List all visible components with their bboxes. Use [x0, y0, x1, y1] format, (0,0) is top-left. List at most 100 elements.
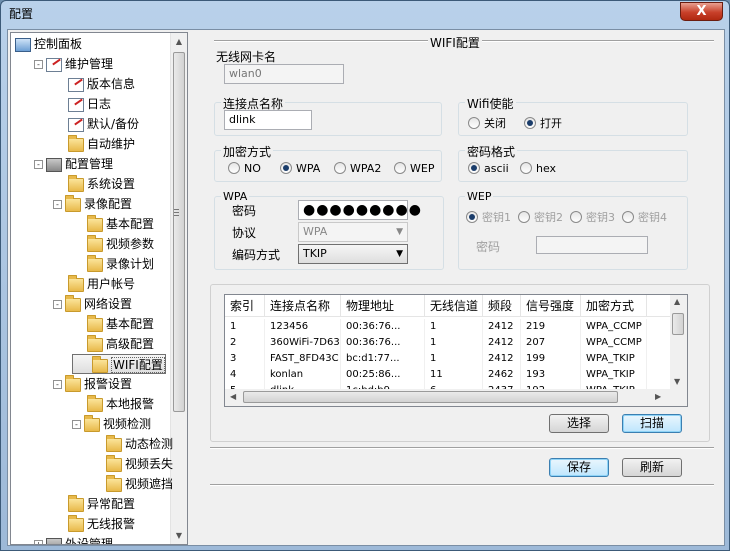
- table-cell: 123456: [265, 319, 341, 335]
- encoding-select[interactable]: TKIP ▼: [298, 244, 408, 264]
- save-button[interactable]: 保存: [549, 458, 609, 477]
- tree-item-label: 视频丢失: [125, 457, 174, 471]
- collapse-icon[interactable]: -: [34, 60, 43, 69]
- tree-item[interactable]: 控制面板: [15, 34, 82, 54]
- encryption-wep-radio[interactable]: WEP: [394, 161, 434, 177]
- scroll-right-icon[interactable]: ▶: [655, 392, 661, 401]
- ssid-input[interactable]: dlink: [224, 110, 312, 130]
- wpa-password-label: 密码: [232, 204, 257, 218]
- tree-item[interactable]: WIFI配置: [72, 354, 166, 374]
- tree-item-label: 高级配置: [106, 337, 155, 351]
- table-row[interactable]: 1 123456 00:36:76... 1 2412 219 WPA_CCMP: [225, 319, 670, 335]
- collapse-icon[interactable]: -: [53, 380, 62, 389]
- expand-icon[interactable]: +: [34, 540, 43, 544]
- folder-icon: [68, 494, 84, 512]
- wifi-off-radio[interactable]: 关闭: [468, 116, 506, 132]
- radio-icon: [520, 162, 532, 174]
- tree-item-label: 视频遮挡: [125, 477, 174, 491]
- column-header[interactable]: 索引: [225, 295, 265, 317]
- vscroll-thumb[interactable]: [672, 313, 684, 335]
- tree-item[interactable]: - 报警设置: [53, 374, 132, 394]
- document-icon: [46, 57, 62, 72]
- tree-item[interactable]: 系统设置: [53, 174, 135, 194]
- table-cell: 2412: [483, 319, 521, 335]
- table-cell: 1: [425, 351, 483, 367]
- tree-item-label: 用户帐号: [87, 277, 136, 291]
- tree-item[interactable]: 视频丢失: [91, 454, 173, 474]
- refresh-button[interactable]: 刷新: [622, 458, 682, 477]
- column-header[interactable]: 加密方式: [581, 295, 647, 317]
- tree-item[interactable]: 高级配置: [72, 334, 154, 354]
- tree-item[interactable]: 本地报警: [72, 394, 154, 414]
- scroll-down-icon[interactable]: ▼: [171, 527, 187, 544]
- tree-item[interactable]: 视频参数: [72, 234, 154, 254]
- tree-item[interactable]: 基本配置: [72, 314, 154, 334]
- table-vscroll[interactable]: ▲ ▼: [670, 295, 687, 391]
- encryption-wpa2-radio[interactable]: WPA2: [334, 161, 381, 177]
- wep-password-input: [536, 236, 648, 254]
- hscroll-thumb[interactable]: [243, 391, 618, 403]
- wpa-password-input[interactable]: ●●●●●●●●●: [298, 200, 421, 220]
- encryption-label: 加密方式: [221, 143, 274, 160]
- client-area: ▲ ▼ 控制面板 - 维护管理 版本信息 日志 默认/备份 自动维护 - 配置管理 系统设置 - 录像…: [7, 29, 725, 546]
- scroll-up-icon[interactable]: ▲: [171, 33, 187, 50]
- table-cell: 2412: [483, 335, 521, 351]
- tree-item[interactable]: 自动维护: [53, 134, 135, 154]
- tree-item[interactable]: 默认/备份: [53, 114, 139, 134]
- tree-item[interactable]: 动态检测: [91, 434, 173, 454]
- wep-key2-label: 密钥2: [534, 211, 563, 224]
- tree-item[interactable]: - 录像配置: [53, 194, 132, 214]
- table-cell: 1: [225, 319, 265, 335]
- tree-item[interactable]: - 配置管理: [34, 154, 113, 174]
- table-cell: 4: [225, 367, 265, 383]
- tree-item[interactable]: 版本信息: [53, 74, 135, 94]
- column-header[interactable]: 连接点名称: [265, 295, 341, 317]
- tree-item[interactable]: 用户帐号: [53, 274, 135, 294]
- wifi-on-label: 打开: [540, 117, 562, 130]
- tree-item[interactable]: + 外设管理: [34, 534, 113, 544]
- wifi-on-radio[interactable]: 打开: [524, 116, 562, 132]
- collapse-icon[interactable]: -: [53, 200, 62, 209]
- folder-icon: [87, 314, 103, 332]
- hex-radio[interactable]: hex: [520, 161, 556, 177]
- select-button[interactable]: 选择: [549, 414, 609, 433]
- scroll-down-icon[interactable]: ▼: [674, 377, 680, 386]
- column-header[interactable]: 信号强度: [521, 295, 581, 317]
- ascii-radio[interactable]: ascii: [468, 161, 509, 177]
- scroll-up-icon[interactable]: ▲: [674, 297, 680, 306]
- table-hscroll[interactable]: ◀ ▶: [225, 389, 687, 406]
- tree-item-label: 基本配置: [106, 217, 155, 231]
- table-row[interactable]: 4 konlan 00:25:86... 11 2462 193 WPA_TKIP: [225, 367, 670, 383]
- table-row[interactable]: 3 FAST_8FD43C bc:d1:77... 1 2412 199 WPA_TKIP: [225, 351, 670, 367]
- tree-item[interactable]: 无线报警: [53, 514, 135, 534]
- tree-item[interactable]: 日志: [53, 94, 111, 114]
- tree-item[interactable]: 视频遮挡: [91, 474, 173, 494]
- collapse-icon[interactable]: -: [53, 300, 62, 309]
- column-header[interactable]: 频段: [483, 295, 521, 317]
- collapse-icon[interactable]: -: [34, 160, 43, 169]
- folder-icon: [87, 394, 103, 412]
- column-header[interactable]: 无线信道: [425, 295, 483, 317]
- scroll-left-icon[interactable]: ◀: [230, 392, 236, 401]
- tree-item[interactable]: - 视频检测: [72, 414, 151, 434]
- tree-item-label: 动态检测: [125, 437, 174, 451]
- tree-item[interactable]: 异常配置: [53, 494, 135, 514]
- table-row[interactable]: 2 360WiFi-7D63 00:36:76... 1 2412 207 WPA_CCMP: [225, 335, 670, 351]
- protocol-value: WPA: [303, 225, 328, 238]
- scroll-thumb[interactable]: [173, 52, 185, 412]
- column-header[interactable]: 物理地址: [341, 295, 425, 317]
- tree-item[interactable]: 录像计划: [72, 254, 154, 274]
- close-button[interactable]: X: [680, 2, 723, 21]
- radio-icon: [468, 117, 480, 129]
- folder-icon: [92, 355, 108, 373]
- encryption-wpa-radio[interactable]: WPA: [280, 161, 320, 177]
- scan-button[interactable]: 扫描: [622, 414, 682, 433]
- ap-table[interactable]: 索引连接点名称物理地址无线信道频段信号强度加密方式 5dlink1c:bd:b9…: [224, 294, 688, 407]
- collapse-icon[interactable]: -: [72, 420, 81, 429]
- encryption-no-radio[interactable]: NO: [228, 161, 261, 177]
- tree-item[interactable]: - 网络设置: [53, 294, 132, 314]
- tree-item[interactable]: - 维护管理: [34, 54, 113, 74]
- tree-item-label: 录像配置: [84, 197, 133, 211]
- tree-item[interactable]: 基本配置: [72, 214, 154, 234]
- radio-icon: [334, 162, 346, 174]
